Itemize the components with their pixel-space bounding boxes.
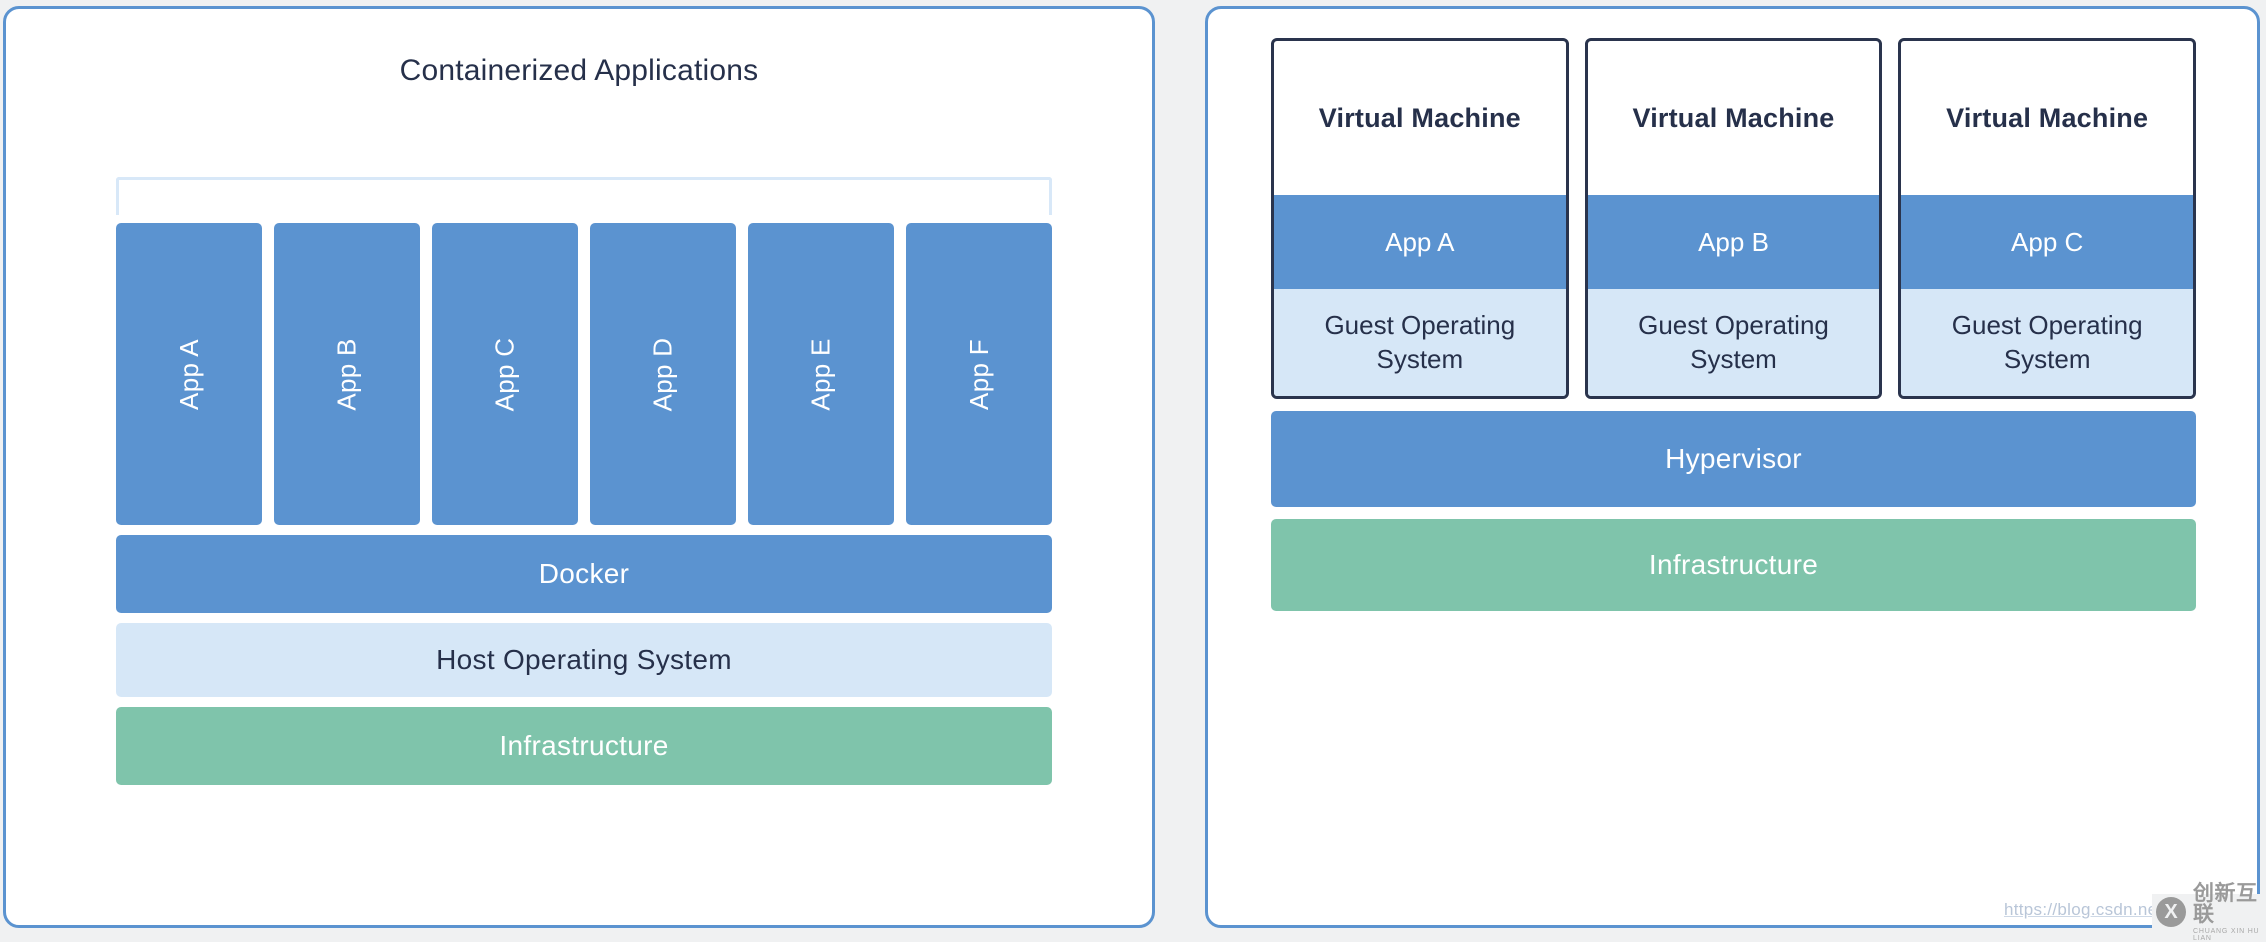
containers-stack: App A App B App C App D App E App F D bbox=[116, 177, 1052, 785]
infrastructure-layer-left[interactable]: Infrastructure bbox=[116, 707, 1052, 785]
chuangxin-logo-icon: X bbox=[2156, 897, 2186, 927]
virtual-machine-title: Virtual Machine bbox=[1588, 41, 1880, 195]
virtual-machine-box[interactable]: Virtual Machine App C Guest Operating Sy… bbox=[1898, 38, 2196, 399]
containers-bracket bbox=[116, 177, 1052, 215]
containers-panel-title: Containerized Applications bbox=[6, 54, 1152, 88]
container-app-card[interactable]: App C bbox=[432, 223, 578, 525]
guest-operating-system[interactable]: Guest Operating System bbox=[1588, 289, 1880, 396]
diagram-stage: Containerized Applications App A App B A… bbox=[0, 0, 2266, 934]
virtual-machine-box[interactable]: Virtual Machine App A Guest Operating Sy… bbox=[1271, 38, 1569, 399]
docker-layer[interactable]: Docker bbox=[116, 535, 1052, 613]
infrastructure-layer-right[interactable]: Infrastructure bbox=[1271, 519, 2196, 611]
container-app-card[interactable]: App E bbox=[748, 223, 894, 525]
watermark-logo-text: 创新互联 CHUANG XIN HU LIAN bbox=[2193, 883, 2266, 942]
hypervisor-layer[interactable]: Hypervisor bbox=[1271, 411, 2196, 507]
guest-operating-system[interactable]: Guest Operating System bbox=[1274, 289, 1566, 396]
host-operating-system-layer[interactable]: Host Operating System bbox=[116, 623, 1052, 697]
container-apps-row: App A App B App C App D App E App F bbox=[116, 223, 1052, 525]
container-app-label: App D bbox=[647, 337, 678, 411]
watermark-brand-pinyin: CHUANG XIN HU LIAN bbox=[2193, 928, 2266, 942]
virtual-machine-app[interactable]: App A bbox=[1274, 195, 1566, 289]
container-app-label: App C bbox=[489, 337, 520, 411]
virtual-machine-row: Virtual Machine App A Guest Operating Sy… bbox=[1271, 38, 2196, 399]
container-app-label: App E bbox=[805, 338, 836, 410]
watermark-logo: X 创新互联 CHUANG XIN HU LIAN bbox=[2152, 894, 2266, 930]
chuangxin-logo-glyph: X bbox=[2164, 901, 2177, 924]
guest-operating-system[interactable]: Guest Operating System bbox=[1901, 289, 2193, 396]
container-app-card[interactable]: App A bbox=[116, 223, 262, 525]
virtual-machine-title: Virtual Machine bbox=[1274, 41, 1566, 195]
virtual-machine-title: Virtual Machine bbox=[1901, 41, 2193, 195]
containers-panel: Containerized Applications App A App B A… bbox=[3, 6, 1155, 928]
container-app-label: App F bbox=[964, 339, 995, 410]
container-app-card[interactable]: App F bbox=[906, 223, 1052, 525]
virtual-machine-app[interactable]: App C bbox=[1901, 195, 2193, 289]
container-app-label: App B bbox=[331, 338, 362, 410]
watermark-brand-cn: 创新互联 bbox=[2193, 883, 2266, 925]
virtual-machines-stack: Virtual Machine App A Guest Operating Sy… bbox=[1271, 38, 2196, 611]
virtual-machine-app[interactable]: App B bbox=[1588, 195, 1880, 289]
virtual-machines-panel: Virtual Machine App A Guest Operating Sy… bbox=[1205, 6, 2260, 928]
container-app-card[interactable]: App B bbox=[274, 223, 420, 525]
container-app-card[interactable]: App D bbox=[590, 223, 736, 525]
virtual-machine-box[interactable]: Virtual Machine App B Guest Operating Sy… bbox=[1585, 38, 1883, 399]
container-app-label: App A bbox=[174, 339, 205, 410]
